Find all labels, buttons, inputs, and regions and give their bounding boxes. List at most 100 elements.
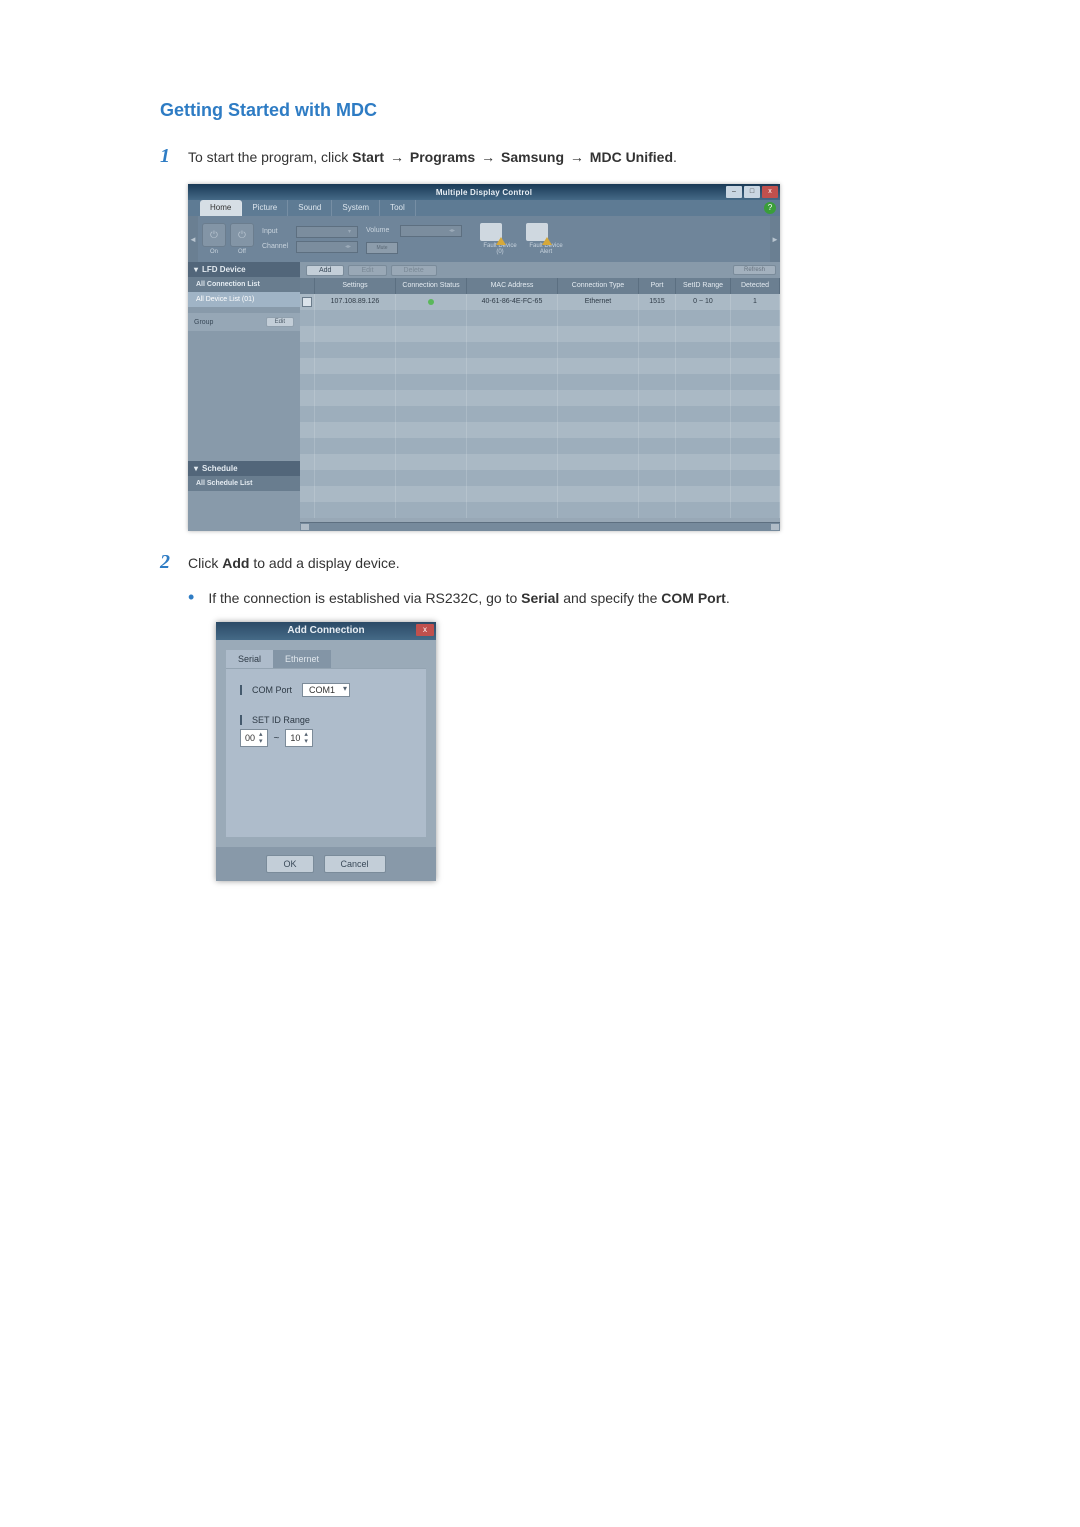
tab-picture[interactable]: Picture [242,200,288,216]
col-settings[interactable]: Settings [315,278,396,294]
table-row [300,422,780,438]
field-marker-icon [240,685,242,695]
edit-button[interactable]: Edit [348,265,386,276]
table-row [300,470,780,486]
close-button[interactable]: x [762,186,778,198]
tab-serial[interactable]: Serial [226,650,273,668]
table-row [300,342,780,358]
power-off-label: Off [238,249,246,255]
group-edit-button[interactable]: Edit [266,317,294,327]
tab-system[interactable]: System [332,200,380,216]
caret-down-icon: ▾ [194,464,198,473]
ribbon-tabs: Home Picture Sound System Tool ? [188,200,780,216]
table-row [300,454,780,470]
minimize-button[interactable]: – [726,186,742,198]
caret-down-icon: ▾ [194,265,198,274]
power-on-icon[interactable]: ⏻ [202,223,226,247]
cell-settings: 107.108.89.126 [315,294,396,310]
table-row [300,358,780,374]
comport-dropdown[interactable]: COM1 [302,683,350,697]
table-row [300,390,780,406]
col-detected[interactable]: Detected Devices [731,278,780,294]
scroll-left-icon[interactable] [301,524,309,530]
sidebar-all-connection[interactable]: All Connection List [188,277,300,292]
ribbon-scroll-left-icon[interactable]: ◄ [188,216,198,262]
sidebar-all-schedule[interactable]: All Schedule List [188,476,300,491]
table-row [300,438,780,454]
dialog-footer: OK Cancel [216,847,436,881]
horizontal-scrollbar[interactable] [300,522,780,531]
sidebar-group-label: Group [194,319,213,326]
dialog-titlebar: Add Connection x [216,622,436,640]
ok-button[interactable]: OK [266,855,313,873]
power-off-icon[interactable]: ⏻ [230,223,254,247]
range-to-stepper[interactable]: 10 ▴▾ [285,729,313,747]
window-controls: – □ x [726,186,778,198]
status-connected-icon [428,299,434,305]
table-row [300,374,780,390]
col-connection-type[interactable]: Connection Type [558,278,639,294]
mdc-main-window: Multiple Display Control – □ x Home Pict… [188,184,780,531]
sidebar: ▾ LFD Device All Connection List All Dev… [188,262,300,531]
sidebar-all-device-list[interactable]: All Device List (01) [188,292,300,307]
sidebar-section-lfd[interactable]: ▾ LFD Device [188,262,300,277]
tab-home[interactable]: Home [200,200,242,216]
step-2-bullet: • If the connection is established via R… [188,590,920,606]
table-row [300,502,780,518]
col-mac[interactable]: MAC Address [467,278,558,294]
tab-tool[interactable]: Tool [380,200,416,216]
input-dropdown[interactable]: ▾ [296,226,358,238]
cell-detect: 1 [731,294,780,310]
steps-list-2: 2 Click Add to add a display device. [160,551,920,574]
maximize-button[interactable]: □ [744,186,760,198]
col-port[interactable]: Port [639,278,676,294]
dialog-title: Add Connection [287,622,364,640]
steps-list: 1 To start the program, click Start → Pr… [160,145,920,168]
table-header: Settings Connection Status MAC Address C… [300,278,780,294]
window-title: Multiple Display Control [436,185,532,200]
table-row [300,486,780,502]
step-number-2: 2 [160,551,188,574]
mute-button[interactable]: Mute [366,242,398,254]
add-connection-dialog: Add Connection x Serial Ethernet COM Por… [216,622,436,881]
setid-range-label: SET ID Range [252,715,310,725]
col-connection-status[interactable]: Connection Status [396,278,467,294]
col-setid-range[interactable]: SetID Range [676,278,731,294]
step-1-text: To start the program, click Start → Prog… [188,145,920,165]
input-label: Input [262,228,292,235]
cell-port: 1515 [639,294,676,310]
table-row [300,326,780,342]
volume-input[interactable]: ◂▸ [400,225,462,237]
dialog-tabs: Serial Ethernet [226,650,426,668]
cell-mac: 40-61-86-4E-FC-65 [467,294,558,310]
range-tilde: ~ [274,733,280,744]
ribbon-scroll-right-icon[interactable]: ► [770,216,780,262]
refresh-button[interactable]: Refresh [733,265,776,275]
comport-label: COM Port [252,685,292,695]
step-2-text: Click Add to add a display device. [188,551,920,571]
section-heading: Getting Started with MDC [160,100,920,121]
channel-label: Channel [262,243,292,250]
add-button[interactable]: Add [306,265,344,276]
cell-range: 0 ~ 10 [676,294,731,310]
tab-sound[interactable]: Sound [288,200,332,216]
tab-ethernet[interactable]: Ethernet [273,650,331,668]
table-row[interactable]: 107.108.89.126 40-61-86-4E-FC-65 Etherne… [300,294,780,310]
range-from-stepper[interactable]: 00 ▴▾ [240,729,268,747]
scroll-right-icon[interactable] [771,524,779,530]
channel-stepper[interactable]: ◂▸ [296,241,358,253]
fault-device-icon[interactable] [480,223,502,241]
field-marker-icon [240,715,242,725]
cancel-button[interactable]: Cancel [324,855,386,873]
row-checkbox[interactable] [302,297,312,307]
volume-label: Volume [366,227,396,234]
help-icon[interactable]: ? [764,202,776,214]
power-on-label: On [210,249,218,255]
fault-alert-icon[interactable] [526,223,548,241]
delete-button[interactable]: Delete [391,265,437,276]
main-pane: Add Edit Delete Refresh Settings Connect… [300,262,780,531]
dialog-close-button[interactable]: x [416,624,434,636]
sidebar-section-schedule[interactable]: ▾ Schedule [188,461,300,476]
table-row [300,310,780,326]
bullet-icon: • [188,590,194,604]
